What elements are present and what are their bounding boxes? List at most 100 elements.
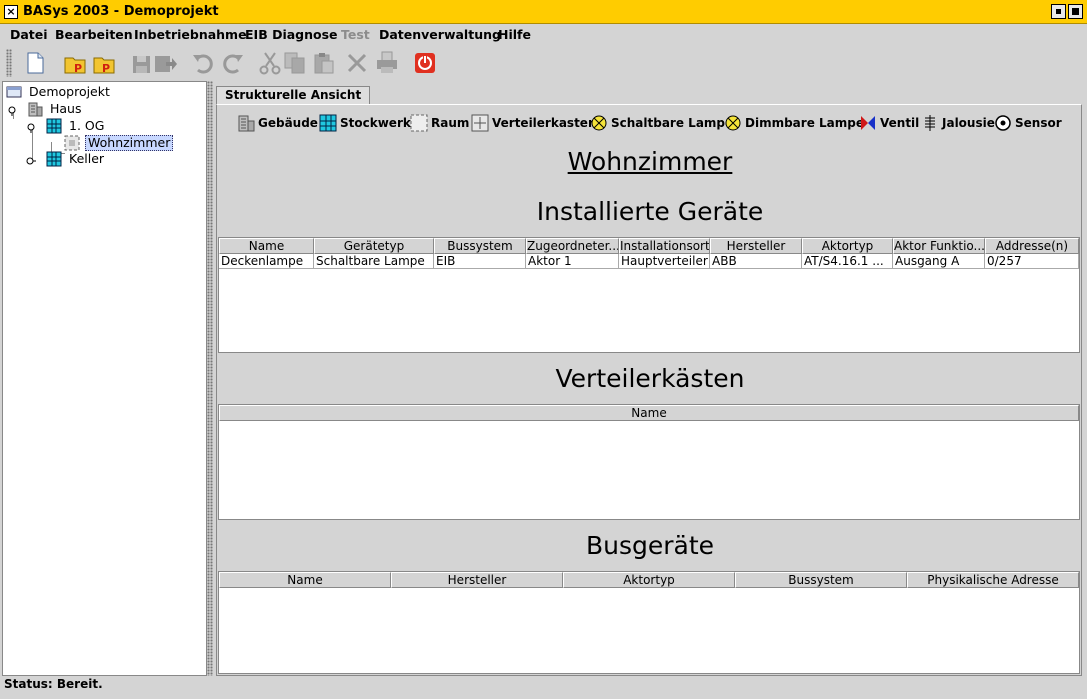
room-title: Wohnzimmer bbox=[567, 147, 733, 176]
table-header: Name Gerätetyp Bussystem Zugeordneter...… bbox=[219, 238, 1079, 254]
menu-bar: Datei Bearbeiten Inbetriebnahme EIB Diag… bbox=[0, 24, 1087, 45]
tree-label: Keller bbox=[69, 151, 105, 166]
exit-icon[interactable] bbox=[412, 50, 438, 76]
tree-item-haus[interactable]: Haus bbox=[6, 101, 206, 117]
valve-icon bbox=[861, 116, 875, 130]
column-header[interactable]: Bussystem bbox=[735, 572, 907, 588]
legend-label: Gebäude bbox=[258, 116, 318, 130]
building-icon bbox=[27, 101, 43, 117]
tree-label: Demoprojekt bbox=[29, 84, 110, 99]
maximize-button[interactable] bbox=[1068, 4, 1083, 19]
split-pane-divider[interactable] bbox=[207, 81, 213, 676]
legend-label: Jalousie bbox=[942, 116, 995, 130]
menu-test: Test bbox=[341, 27, 370, 42]
column-header[interactable]: Addresse(n) bbox=[985, 238, 1079, 254]
table-cell: AT/S4.16.1 ... bbox=[802, 254, 893, 269]
column-header[interactable]: Bussystem bbox=[434, 238, 526, 254]
floor-icon bbox=[319, 114, 337, 132]
project-tree[interactable]: Demoprojekt Haus 1. OG Wohnzimmer Keller bbox=[2, 81, 207, 676]
project-icon bbox=[6, 84, 22, 100]
tree-item-keller[interactable]: Keller bbox=[25, 151, 205, 167]
open-project-icon[interactable]: P bbox=[63, 50, 89, 76]
save-as-icon bbox=[152, 50, 178, 76]
window-title: BASys 2003 - Demoprojekt bbox=[23, 4, 219, 19]
installed-devices-title: Installierte Geräte bbox=[536, 197, 764, 226]
menu-datenverwaltung[interactable]: Datenverwaltung bbox=[379, 27, 501, 42]
floor-icon bbox=[46, 118, 62, 134]
column-header[interactable]: Aktortyp bbox=[563, 572, 735, 588]
legend-label: Sensor bbox=[1015, 116, 1062, 130]
redo-icon bbox=[220, 50, 246, 76]
minimize-button[interactable] bbox=[1051, 4, 1066, 19]
table-header: Name bbox=[219, 405, 1079, 421]
legend-label: Verteilerkasten bbox=[492, 116, 597, 130]
column-header[interactable]: Name bbox=[219, 572, 391, 588]
column-header[interactable]: Hersteller bbox=[710, 238, 802, 254]
column-header[interactable]: Name bbox=[219, 238, 314, 254]
tree-item-1og[interactable]: 1. OG bbox=[25, 118, 205, 134]
open-project-alt-icon[interactable]: P bbox=[92, 50, 118, 76]
status-text: Status: Bereit. bbox=[4, 677, 103, 691]
column-header[interactable]: Installationsort bbox=[619, 238, 710, 254]
menu-hilfe[interactable]: Hilfe bbox=[498, 27, 531, 42]
switchable-lamp-icon bbox=[591, 115, 607, 131]
window-close-icon[interactable]: × bbox=[4, 5, 18, 19]
new-document-icon[interactable] bbox=[22, 50, 48, 76]
table-cell: Schaltbare Lampe bbox=[314, 254, 434, 269]
delete-icon bbox=[344, 50, 370, 76]
distribution-box-icon bbox=[471, 114, 489, 132]
column-header[interactable]: Gerätetyp bbox=[314, 238, 434, 254]
menu-bearbeiten[interactable]: Bearbeiten bbox=[55, 27, 133, 42]
column-header[interactable]: Physikalische Adresse bbox=[907, 572, 1079, 588]
table-cell: EIB bbox=[434, 254, 526, 269]
column-header[interactable]: Hersteller bbox=[391, 572, 563, 588]
table-cell: Ausgang A bbox=[893, 254, 985, 269]
menu-eib-diagnose[interactable]: EIB Diagnose bbox=[245, 27, 338, 42]
building-icon bbox=[238, 115, 255, 132]
legend-label: Ventil bbox=[880, 116, 920, 130]
column-header[interactable]: Name bbox=[219, 405, 1079, 421]
blind-icon bbox=[925, 115, 935, 131]
tab-strukturelle-ansicht[interactable]: Strukturelle Ansicht bbox=[216, 86, 371, 105]
structural-view: Gebäude Stockwerk Raum Verteilerkasten S… bbox=[216, 104, 1082, 676]
expanded-handle-icon[interactable] bbox=[7, 104, 17, 116]
table-cell: Hauptverteiler bbox=[619, 254, 710, 269]
cut-icon bbox=[257, 50, 283, 76]
column-header[interactable]: Zugeordneter... bbox=[526, 238, 619, 254]
tab-bar: Strukturelle Ansicht bbox=[216, 84, 1082, 105]
svg-text:P: P bbox=[102, 62, 110, 75]
tree-label: 1. OG bbox=[69, 118, 105, 133]
table-cell: ABB bbox=[710, 254, 802, 269]
svg-text:P: P bbox=[74, 62, 82, 75]
expanded-handle-icon[interactable] bbox=[26, 121, 36, 133]
menu-datei[interactable]: Datei bbox=[10, 27, 48, 42]
distribution-boxes-table[interactable]: Name bbox=[218, 404, 1080, 520]
distribution-boxes-title: Verteilerkästen bbox=[555, 364, 745, 393]
table-cell: 0/257 bbox=[985, 254, 1079, 269]
legend-label: Schaltbare Lampe bbox=[611, 116, 734, 130]
paste-icon bbox=[311, 50, 337, 76]
legend-label: Raum bbox=[431, 116, 470, 130]
copy-icon bbox=[282, 50, 308, 76]
room-icon bbox=[64, 135, 80, 151]
toolbar-grip[interactable] bbox=[6, 49, 12, 77]
print-icon bbox=[374, 50, 400, 76]
tree-item-wohnzimmer[interactable]: Wohnzimmer bbox=[64, 135, 204, 151]
bus-devices-table[interactable]: Name Hersteller Aktortyp Bussystem Physi… bbox=[218, 571, 1080, 674]
legend-label: Stockwerk bbox=[340, 116, 411, 130]
legend-label: Dimmbare Lampe bbox=[745, 116, 864, 130]
table-header: Name Hersteller Aktortyp Bussystem Physi… bbox=[219, 572, 1079, 588]
toolbar: P P bbox=[0, 46, 1087, 80]
room-icon bbox=[410, 114, 428, 132]
floor-icon bbox=[46, 151, 62, 167]
menu-inbetriebnahme[interactable]: Inbetriebnahme bbox=[134, 27, 247, 42]
column-header[interactable]: Aktor Funktio... bbox=[893, 238, 985, 254]
dimmable-lamp-icon bbox=[725, 115, 741, 131]
collapsed-handle-icon[interactable] bbox=[26, 154, 36, 165]
bus-devices-title: Busgeräte bbox=[585, 531, 715, 560]
column-header[interactable]: Aktortyp bbox=[802, 238, 893, 254]
title-bar: × BASys 2003 - Demoprojekt bbox=[0, 0, 1087, 24]
sensor-icon bbox=[995, 115, 1011, 131]
tree-item-demoprojekt[interactable]: Demoprojekt bbox=[6, 84, 206, 100]
installed-devices-table[interactable]: Name Gerätetyp Bussystem Zugeordneter...… bbox=[218, 237, 1080, 353]
